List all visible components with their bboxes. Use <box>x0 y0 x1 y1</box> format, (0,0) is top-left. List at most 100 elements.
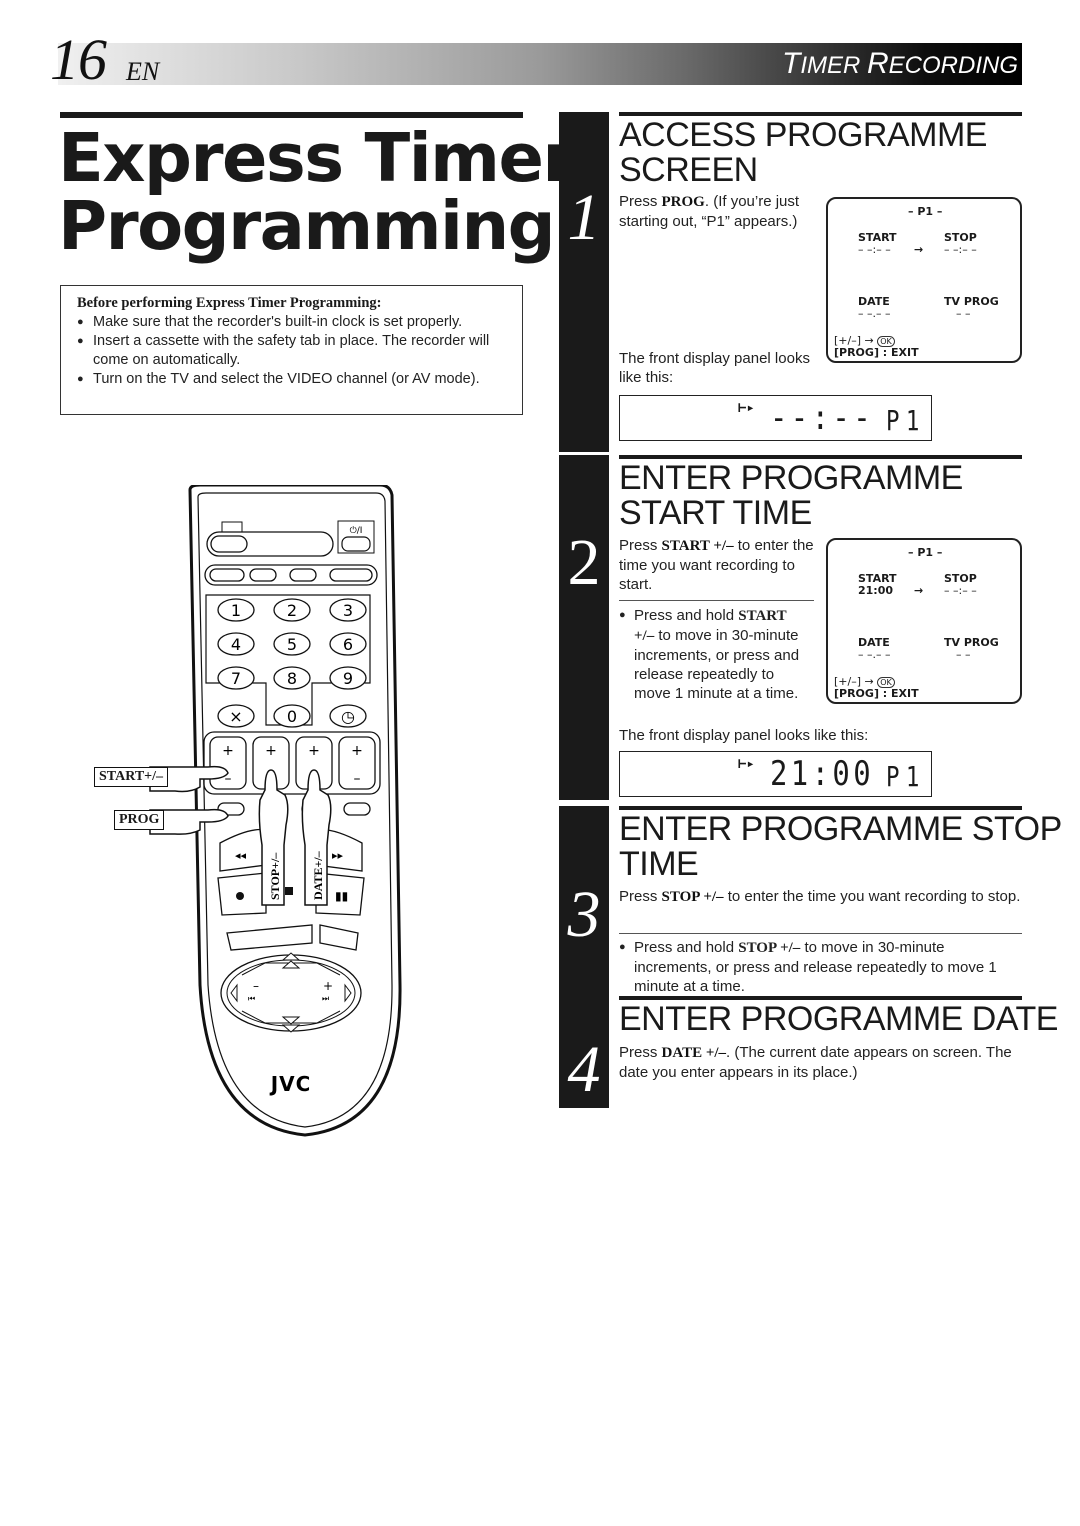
key-name: START +/– <box>661 538 734 554</box>
svg-text:▸▸: ▸▸ <box>332 849 344 862</box>
front-display-panel: ⊢▸ --:-- P1 <box>619 395 932 441</box>
ok-button-icon: OK <box>877 335 895 347</box>
step-heading-line: SCREEN <box>619 151 758 189</box>
keypad-key-label: 0 <box>287 707 297 726</box>
text-run: Press <box>619 193 662 210</box>
keypad-key-label: 3 <box>343 601 353 620</box>
osd-title: – P1 – <box>908 205 943 218</box>
svg-text:–: – <box>253 979 259 993</box>
step-heading: ENTER PROGRAMME START TIME <box>619 461 963 531</box>
timer-indicator-icon: ⊢▸ <box>738 400 755 416</box>
step-heading-line: ENTER PROGRAMME DATE <box>619 1000 1058 1038</box>
osd-start-value: – –:– – <box>858 243 891 256</box>
text-run: to enter the time you want recording to … <box>723 888 1021 905</box>
svg-text:–: – <box>354 771 361 787</box>
step-heading-line: ENTER PROGRAMME <box>619 459 963 497</box>
key-name: DATE +/– <box>661 1045 727 1061</box>
panel-caption: The front display panel looks like this: <box>619 350 810 386</box>
text-run: Press <box>619 888 662 905</box>
osd-tvprog-value: – – <box>956 307 971 320</box>
svg-text:+: + <box>351 743 363 759</box>
keypad-key-label: 5 <box>287 635 297 654</box>
prerequisites-list: Make sure that the recorder's built-in c… <box>77 313 512 389</box>
osd-date-value: – –.– – <box>858 307 891 320</box>
panel-caption: The front display panel looks like this: <box>619 727 869 744</box>
osd-exit-hint: [PROG] : EXIT <box>834 687 919 700</box>
display-time: 21:00 <box>770 754 875 794</box>
osd-stop-value: – –:– – <box>944 584 977 597</box>
key-name: STOP +/– <box>738 940 801 956</box>
date-callout: DATE+/– <box>311 850 325 900</box>
section-title-part: R <box>866 47 889 80</box>
page-language: EN <box>126 57 160 86</box>
keypad-key-label: 6 <box>343 635 353 654</box>
step-instruction: Press PROG. (If you’re just starting out… <box>619 192 819 231</box>
step-instruction: Press START +/– to enter the time you wa… <box>619 536 814 594</box>
remote-control-illustration: ⏻/I 123456789×0◷ +–+–+–+– ◂◂ ▸▸ ▮▮ <box>90 485 410 1165</box>
key-name: PROG <box>661 194 705 210</box>
keypad-key-label: 4 <box>231 635 241 654</box>
osd-start-value: 21:00 <box>858 584 894 597</box>
osd-tvprog-label: TV PROG <box>944 295 999 308</box>
step-number: 4 <box>567 1033 601 1106</box>
prerequisite-item: Make sure that the recorder's built-in c… <box>77 313 512 332</box>
prerequisite-item: Insert a cassette with the safety tab in… <box>77 332 512 370</box>
prog-callout: PROG <box>114 810 165 830</box>
text-run: Press and hold <box>634 939 739 956</box>
osd-exit-hint: [PROG] : EXIT <box>834 346 919 359</box>
keypad-key-label: 1 <box>231 601 241 620</box>
prerequisite-item: Turn on the TV and select the VIDEO chan… <box>77 370 512 389</box>
step-number: 1 <box>567 181 601 254</box>
text-run: to move in 30-minute increments, or pres… <box>634 627 800 702</box>
svg-text:+: + <box>222 743 234 759</box>
svg-text:⏮: ⏮ <box>248 994 255 1003</box>
osd-tvprog-value: – – <box>956 648 971 661</box>
title-rule <box>60 112 523 118</box>
step-instruction: Press STOP +/– to enter the time you wan… <box>619 887 1022 907</box>
stop-callout: STOP+/– <box>268 852 282 900</box>
keypad-key-label: ◷ <box>341 707 355 726</box>
start-callout: START+/– <box>94 767 169 787</box>
step-heading-line: ACCESS PROGRAMME <box>619 116 987 154</box>
section-title-part: T <box>781 47 801 80</box>
step-bar-1 <box>559 112 609 452</box>
svg-text:▮▮: ▮▮ <box>335 889 348 903</box>
step-heading-line: START TIME <box>619 494 812 532</box>
osd-date-value: – –.– – <box>858 648 891 661</box>
step-heading: ENTER PROGRAMME DATE <box>619 1002 1058 1037</box>
keypad-key-label: 9 <box>343 669 353 688</box>
section-title-part: ECORDING <box>888 52 1018 79</box>
svg-text:+: + <box>265 743 277 759</box>
arrow-right-icon: → <box>914 243 924 256</box>
osd-tvprog-label: TV PROG <box>944 636 999 649</box>
power-label: ⏻/I <box>350 525 363 536</box>
step-heading: ACCESS PROGRAMME SCREEN <box>619 118 987 188</box>
step-instruction: Press DATE +/–. (The current date appear… <box>619 1043 1022 1082</box>
keypad-key-label: 7 <box>231 669 241 688</box>
page-number: 16 <box>50 27 107 92</box>
section-title-part: IMER <box>800 52 867 79</box>
step-heading: ENTER PROGRAMME STOP TIME <box>619 812 1062 882</box>
svg-text:◂◂: ◂◂ <box>235 849 247 862</box>
text-run: Press and hold <box>634 607 739 624</box>
osd-screen: – P1 – START – –:– – → STOP – –:– – DATE… <box>826 197 1022 363</box>
osd-screen: – P1 – START 21:00 → STOP – –:– – DATE –… <box>826 538 1022 704</box>
page-title-line: Express Timer <box>58 119 575 197</box>
svg-text:⏭: ⏭ <box>322 994 329 1003</box>
prerequisites-heading: Before performing Express Timer Programm… <box>77 295 382 311</box>
step-bar-2 <box>559 455 609 800</box>
prerequisites-box: Before performing Express Timer Programm… <box>60 285 523 415</box>
front-display-panel: ⊢▸ 21:00 P1 <box>619 751 932 797</box>
display-program: P1 <box>886 760 926 793</box>
step-number: 2 <box>567 526 601 599</box>
osd-stop-value: – –:– – <box>944 243 977 256</box>
svg-text:+: + <box>308 743 320 759</box>
display-program: P1 <box>886 404 926 437</box>
arrow-right-icon: → <box>914 584 924 597</box>
svg-text:+: + <box>323 979 333 993</box>
keypad-key-label: × <box>229 707 242 726</box>
ok-button-icon: OK <box>877 676 895 688</box>
text-run: Press <box>619 1044 662 1061</box>
jvc-logo: JVC <box>269 1072 312 1096</box>
page-title: Express Timer Programming <box>58 119 575 260</box>
